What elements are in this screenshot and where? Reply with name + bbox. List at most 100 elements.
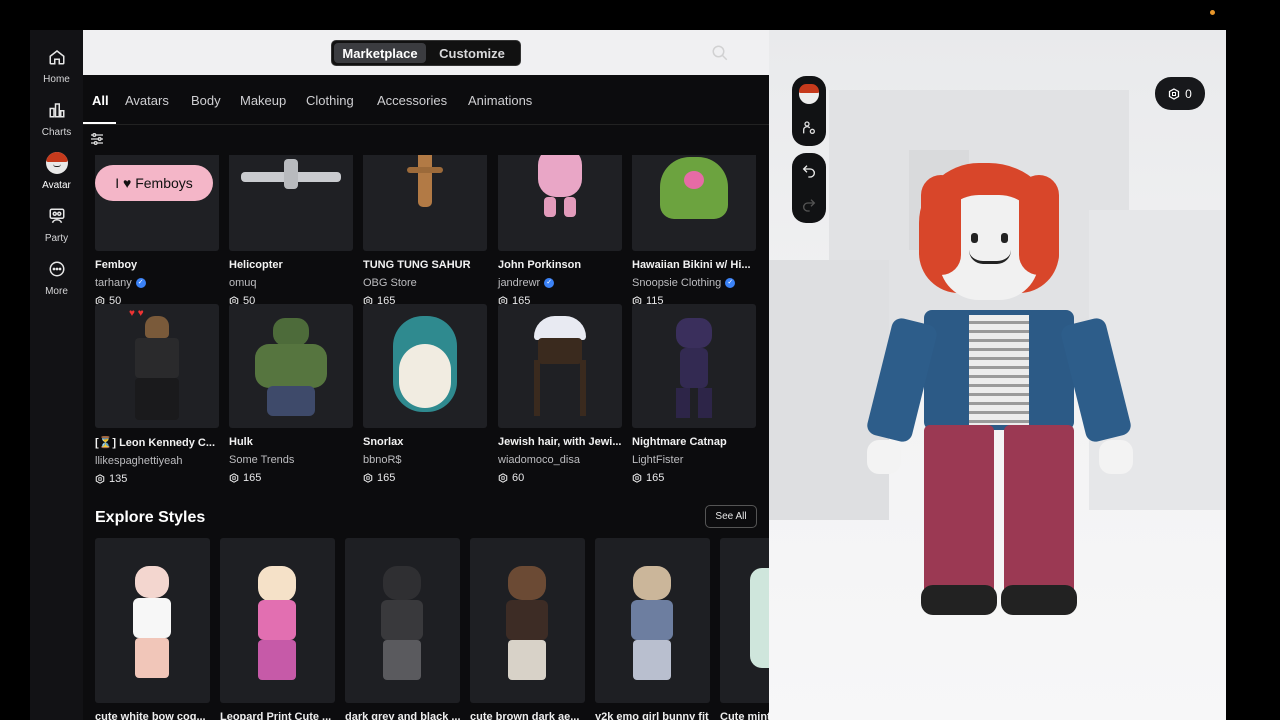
item-grid: I ♥ Femboys Femboy tarhany ✓ 50 Helicopte… (83, 155, 769, 720)
avatar-head-icon (799, 84, 819, 104)
item-name: TUNG TUNG SAHUR (363, 259, 471, 271)
nav-item-avatar[interactable]: Avatar (30, 148, 83, 198)
price-value: 165 (646, 472, 665, 484)
nav-label-party: Party (44, 233, 69, 244)
item-creator: omuq (229, 277, 353, 289)
robux-icon (632, 473, 642, 483)
party-icon (46, 205, 68, 227)
tab-makeup[interactable]: Makeup (240, 93, 286, 108)
price-value: 60 (512, 472, 525, 484)
nav-label-avatar: Avatar (42, 180, 71, 191)
item-thumbnail (363, 155, 487, 251)
item-creator: Snoopsie Clothing ✓ (632, 277, 756, 289)
item-thumbnail (229, 304, 353, 428)
style-name: y2k emo girl bunny fit (595, 711, 709, 720)
item-creator: tarhany ✓ (95, 277, 219, 289)
marketplace-panel: Marketplace Customize All Avatars Body M… (83, 30, 769, 720)
item-creator: jandrewr ✓ (498, 277, 622, 289)
style-card[interactable]: Leopard Print Cute ... (220, 538, 335, 720)
marketplace-tab[interactable]: Marketplace (334, 43, 426, 63)
item-price: 165 (229, 472, 353, 484)
robux-balance[interactable]: 0 (1155, 77, 1205, 110)
style-thumbnail (470, 538, 585, 703)
item-name: Nightmare Catnap (632, 436, 727, 448)
item-card[interactable]: ♥ ♥ [⏳] Leon Kennedy C... llikespaghetti… (95, 304, 219, 485)
item-name: [⏳] Leon Kennedy C... (95, 437, 216, 449)
style-card[interactable]: cute brown dark ae... (470, 538, 585, 720)
home-icon (46, 46, 68, 68)
verified-badge-icon: ✓ (544, 278, 555, 288)
item-name: Helicopter (229, 259, 283, 271)
style-name: Cute mint... (720, 711, 769, 720)
item-price: 60 (498, 472, 622, 484)
creator-name: jandrewr (498, 277, 541, 289)
item-card[interactable]: Hawaiian Bikini w/ Hi... Snoopsie Clothi… (632, 155, 756, 307)
item-price: 135 (95, 473, 219, 485)
avatar-viewport[interactable]: 0 (769, 30, 1226, 720)
creator-name: omuq (229, 277, 257, 289)
customize-tab[interactable]: Customize (426, 43, 518, 63)
item-card[interactable]: Helicopter omuq 50 (229, 155, 353, 307)
creator-name: bbnoR$ (363, 454, 402, 466)
tab-accessories[interactable]: Accessories (377, 93, 447, 108)
tab-clothing[interactable]: Clothing (306, 93, 354, 108)
undo-button[interactable] (795, 157, 823, 185)
item-card[interactable]: TUNG TUNG SAHUR OBG Store 165 (363, 155, 487, 307)
status-indicator (1210, 10, 1215, 15)
style-card[interactable]: dark grey and black ... (345, 538, 460, 720)
see-all-button[interactable]: See All (705, 505, 757, 528)
item-card[interactable]: John Porkinson jandrewr ✓ 165 (498, 155, 622, 307)
view-mode-buttons (792, 76, 826, 146)
price-value: 165 (243, 472, 262, 484)
avatar-model[interactable] (859, 155, 1159, 625)
creator-name: Snoopsie Clothing (632, 277, 722, 289)
style-thumbnail (595, 538, 710, 703)
style-name: cute white bow cog... (95, 711, 206, 720)
style-card[interactable]: Cute mint... (720, 538, 769, 720)
item-thumbnail (632, 304, 756, 428)
avatar-settings-button[interactable] (795, 114, 823, 142)
item-card[interactable]: Nightmare Catnap LightFister 165 (632, 304, 756, 484)
tab-animations[interactable]: Animations (468, 93, 532, 108)
item-thumbnail (498, 304, 622, 428)
item-card[interactable]: Snorlax bbnoR$ 165 (363, 304, 487, 484)
creator-name: OBG Store (363, 277, 417, 289)
style-thumbnail (345, 538, 460, 703)
nav-item-home[interactable]: Home (30, 42, 83, 92)
explore-styles-title: Explore Styles (95, 509, 206, 526)
style-card[interactable]: y2k emo girl bunny fit (595, 538, 710, 720)
charts-icon (46, 99, 68, 121)
item-name: Jewish hair, with Jewi... (498, 436, 622, 448)
search-icon[interactable] (711, 44, 729, 67)
nav-item-party[interactable]: Party (30, 201, 83, 251)
nav-item-charts[interactable]: Charts (30, 95, 83, 145)
tab-avatars[interactable]: Avatars (125, 93, 169, 108)
item-thumbnail: ♥ ♥ (95, 304, 219, 428)
category-tabs: All Avatars Body Makeup Clothing Accesso… (83, 75, 769, 155)
item-card[interactable]: Hulk Some Trends 165 (229, 304, 353, 484)
more-icon (46, 258, 68, 280)
nav-label-more: More (45, 286, 68, 297)
style-thumbnail (720, 538, 769, 703)
style-thumbnail (220, 538, 335, 703)
app-window: Home Charts Avatar Party More Marketplac… (0, 0, 1280, 720)
verified-badge-icon: ✓ (135, 278, 146, 288)
item-card[interactable]: I ♥ Femboys Femboy tarhany ✓ 50 (95, 155, 219, 307)
item-creator: wiadomoco_disa (498, 454, 622, 466)
style-card[interactable]: cute white bow cog... (95, 538, 210, 720)
item-card[interactable]: Jewish hair, with Jewi... wiadomoco_disa… (498, 304, 622, 484)
tab-body[interactable]: Body (191, 93, 221, 108)
item-name: John Porkinson (498, 259, 582, 271)
item-creator: llikespaghettiyeah (95, 455, 219, 467)
nav-item-more[interactable]: More (30, 254, 83, 304)
creator-name: Some Trends (229, 454, 295, 466)
avatar-view-button[interactable] (795, 80, 823, 108)
segment-control: Marketplace Customize (331, 40, 521, 66)
robux-icon (95, 474, 105, 484)
redo-button[interactable] (795, 191, 823, 219)
tab-all[interactable]: All (92, 93, 109, 108)
price-value: 135 (109, 473, 128, 485)
filter-icon[interactable] (89, 131, 105, 152)
item-thumbnail (363, 304, 487, 428)
robux-icon (1169, 87, 1180, 100)
